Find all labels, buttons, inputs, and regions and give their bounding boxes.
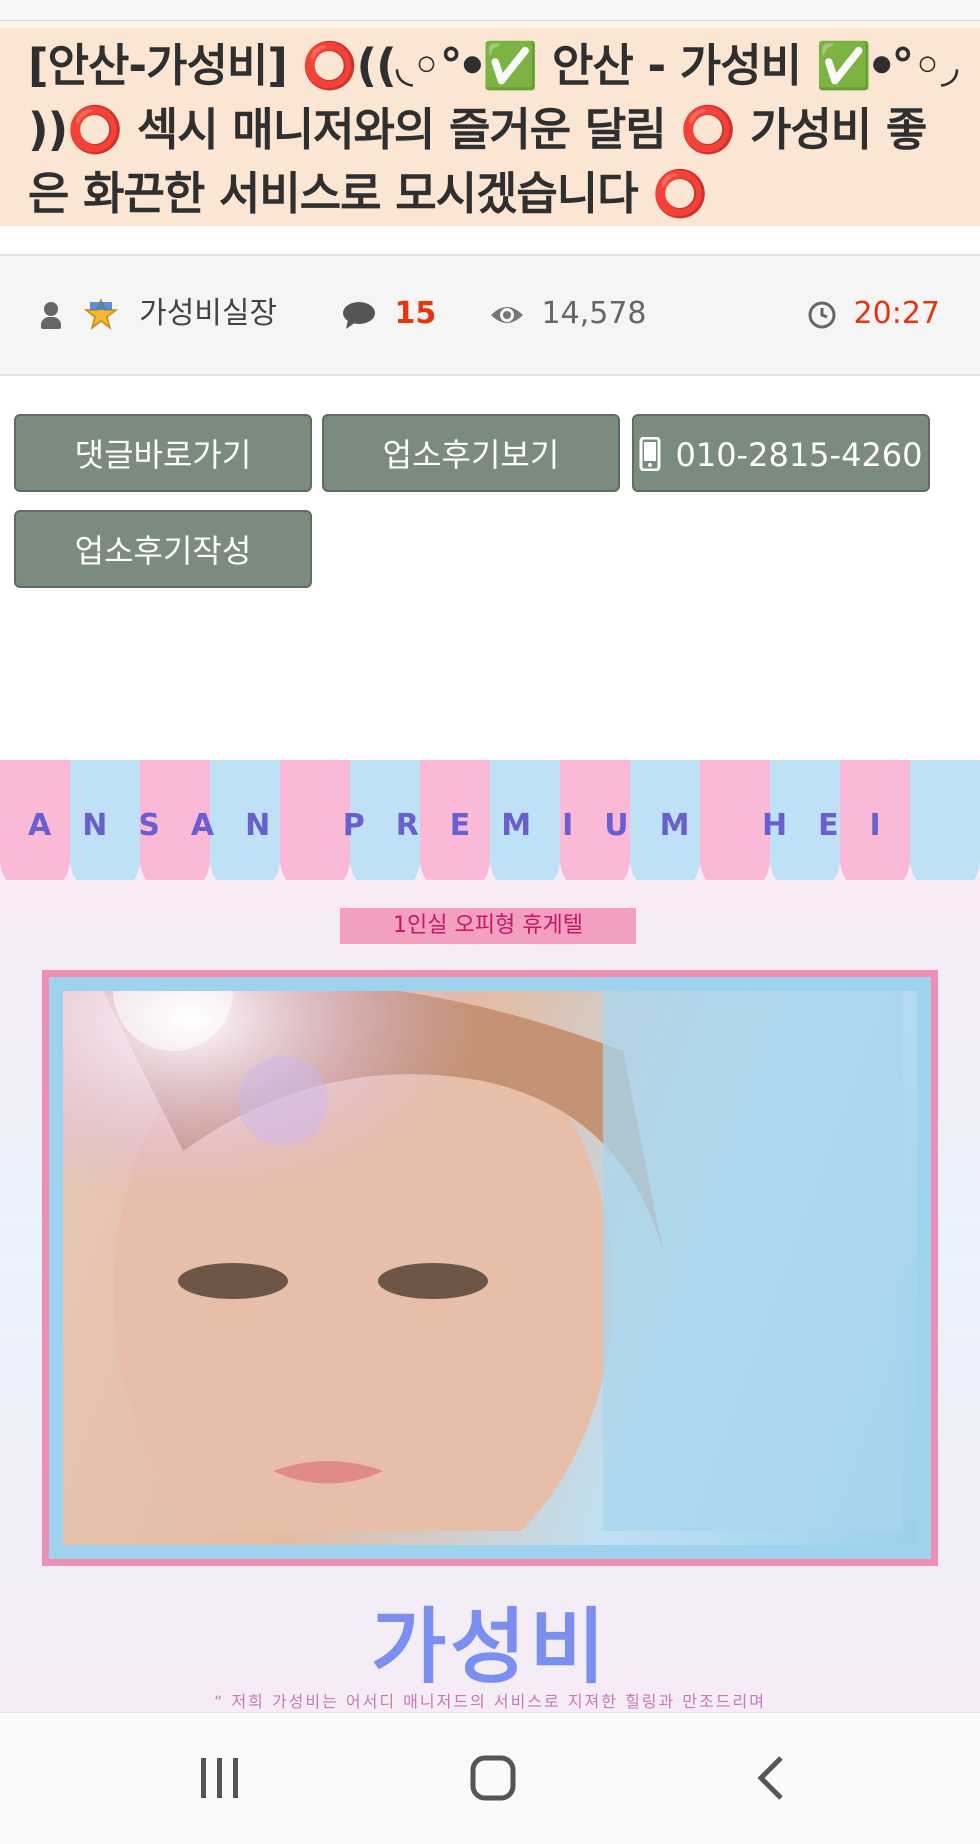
android-navigation-bar xyxy=(0,1712,980,1844)
comment-count[interactable]: 15 xyxy=(342,296,436,332)
recent-apps-button[interactable] xyxy=(180,1743,260,1813)
mobile-phone-icon xyxy=(639,437,661,471)
back-button[interactable] xyxy=(730,1743,810,1813)
eye-icon xyxy=(491,306,523,323)
recent-apps-icon xyxy=(201,1758,238,1798)
post-meta-bar: 가성비실장 15 14,578 20:27 xyxy=(0,254,980,376)
post-author[interactable]: 가성비실장 xyxy=(40,296,277,332)
previous-row-strip xyxy=(0,0,980,28)
post-time: 20:27 xyxy=(808,296,940,332)
post-title: [안산-가성비] ⭕️((◟◦°ꔷ✅ 안산 - 가성비 ✅ꔷ°◦◞ ))⭕️ 섹… xyxy=(28,39,958,220)
model-photo-frame xyxy=(42,970,938,1566)
table-cell xyxy=(352,0,980,21)
clock-icon xyxy=(808,301,836,328)
view-count: 14,578 xyxy=(490,296,647,332)
view-reviews-button[interactable]: 업소후기보기 xyxy=(322,414,620,492)
view-count-value: 14,578 xyxy=(541,296,647,331)
user-icon xyxy=(40,300,62,330)
table-cell xyxy=(0,0,123,21)
home-icon xyxy=(470,1755,516,1801)
rank-badge-icon xyxy=(83,297,118,330)
author-name: 가성비실장 xyxy=(139,296,278,331)
poster-header-text: ANSAN PREMIUM HEI xyxy=(28,808,912,843)
write-review-button[interactable]: 업소후기작성 xyxy=(14,510,312,588)
go-to-comments-button[interactable]: 댓글바로가기 xyxy=(14,414,312,492)
table-cell xyxy=(122,0,353,21)
portrait-illustration xyxy=(63,991,903,1545)
back-icon xyxy=(757,1756,783,1800)
phone-number: 010-2815-4260 xyxy=(675,436,923,474)
poster-slogan: “ 저희 가성비는 어서디 매니저드의 서비스로 지져한 힐링과 만조드리며 xyxy=(214,1692,766,1711)
home-button[interactable] xyxy=(453,1743,533,1813)
promo-poster-image: ANSAN PREMIUM HEI 1인실 오피형 휴게텔 가성비 “ 저희 가… xyxy=(0,760,980,1712)
model-photo xyxy=(63,991,917,1545)
post-time-value: 20:27 xyxy=(853,296,940,331)
poster-brand-name: 가성비 xyxy=(370,1600,610,1695)
comment-count-value: 15 xyxy=(394,296,437,331)
poster-room-type: 1인실 오피형 휴게텔 xyxy=(340,908,636,944)
comment-icon xyxy=(343,301,375,329)
call-phone-button[interactable]: 010-2815-4260 xyxy=(632,414,930,492)
